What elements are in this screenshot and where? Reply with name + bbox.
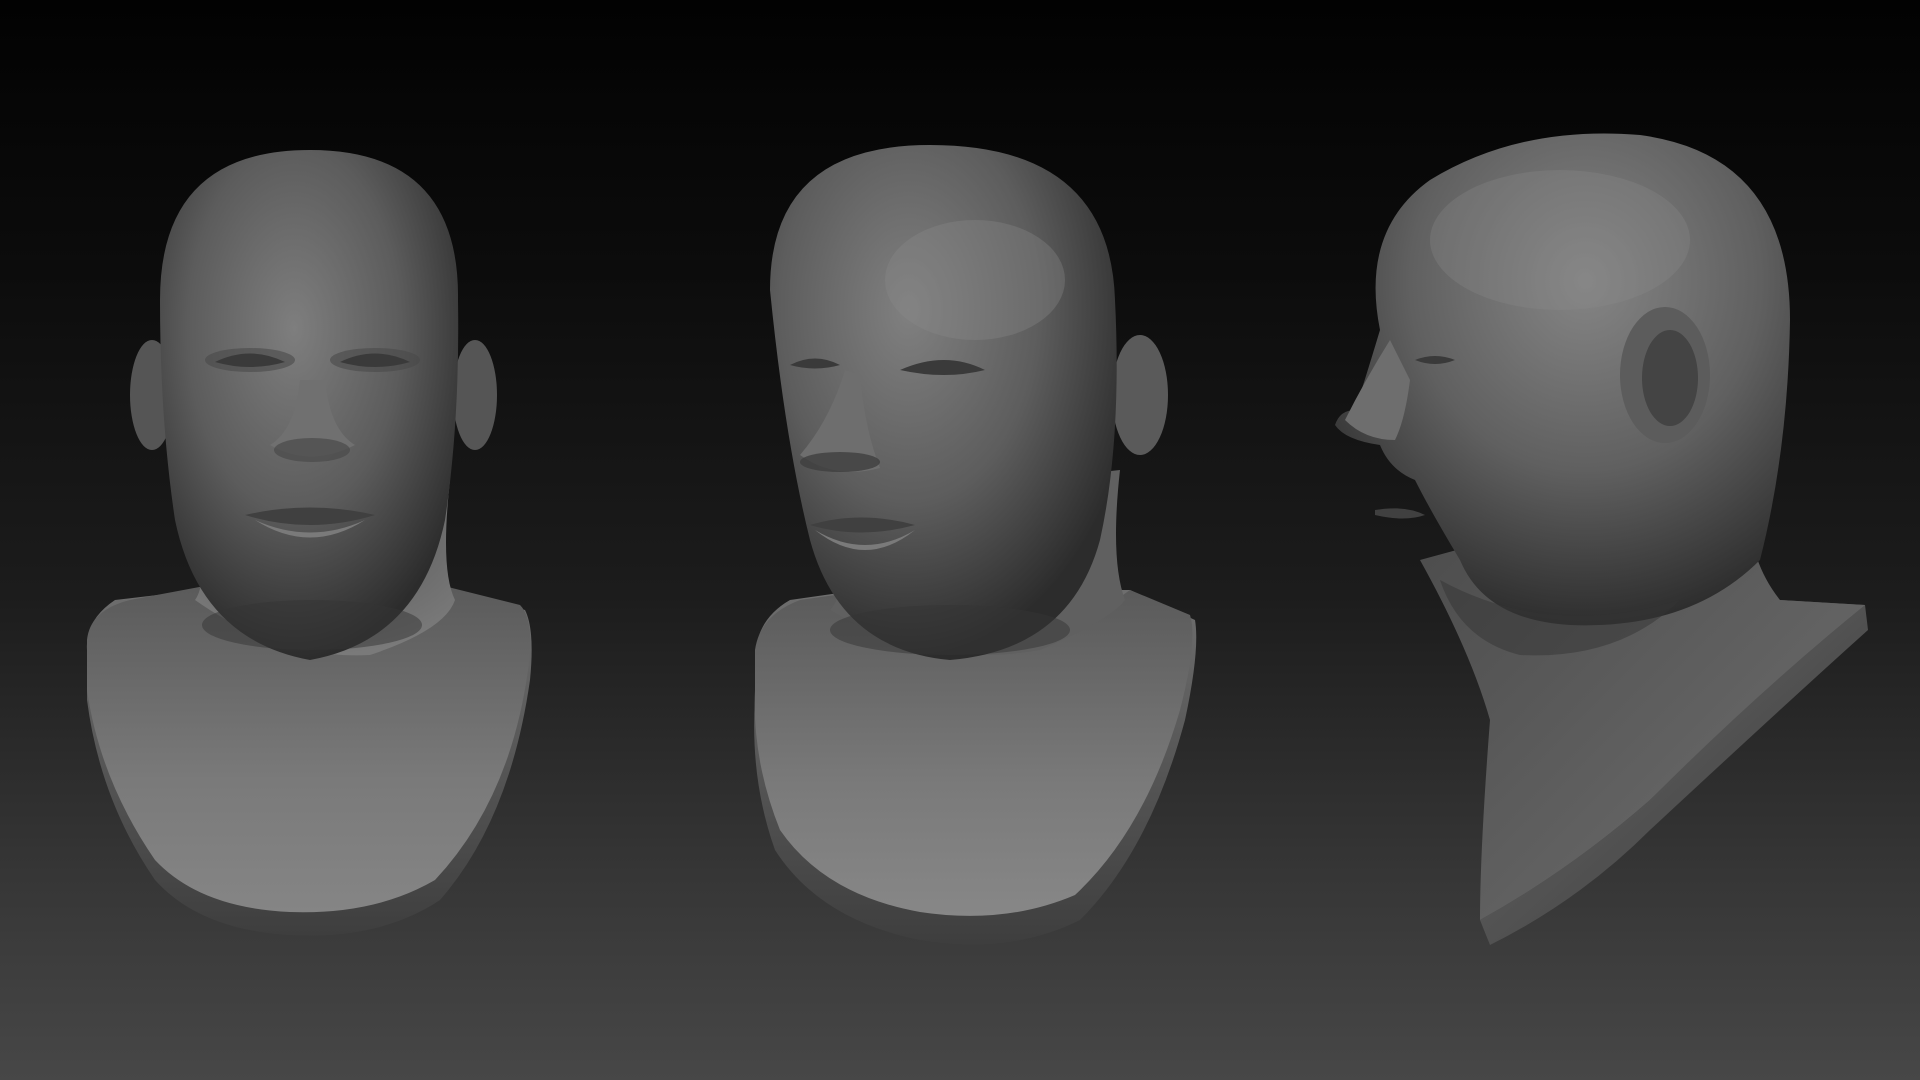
bust-three-quarter-view <box>730 0 1230 1080</box>
bust-front-view <box>60 0 580 1080</box>
sculpt-viewport[interactable] <box>0 0 1920 1080</box>
bust-side-view <box>1320 0 1880 1080</box>
